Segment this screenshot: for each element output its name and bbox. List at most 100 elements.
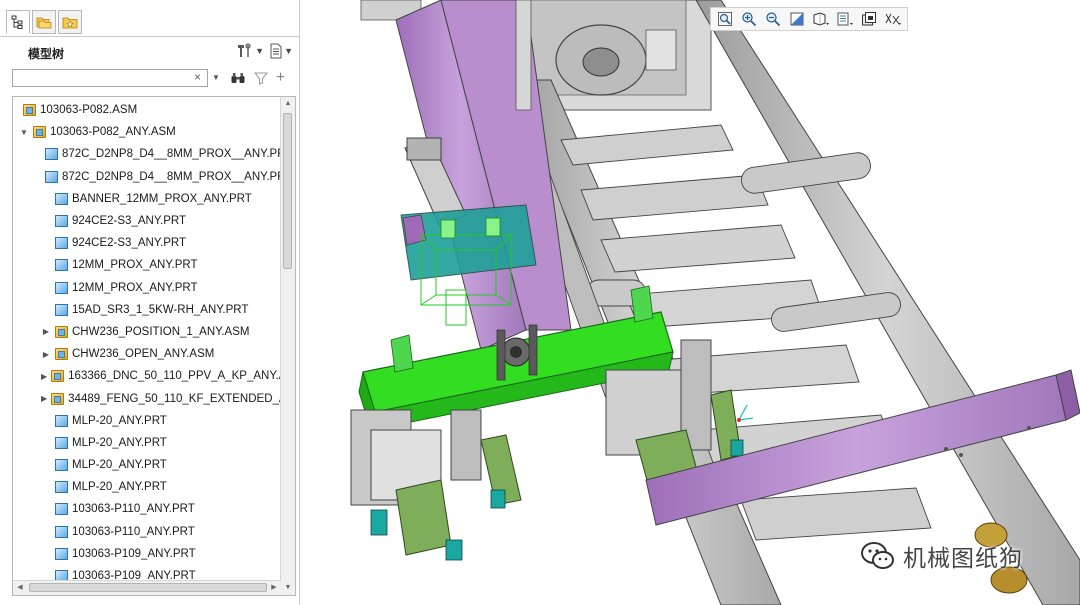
search-row: × ▼ + bbox=[12, 68, 285, 87]
tree-item-label: 34489_FENG_50_110_KF_EXTENDED_A_ANY.ASM bbox=[68, 392, 281, 405]
part-icon bbox=[55, 436, 68, 449]
assembly-icon bbox=[23, 104, 36, 117]
tree-item[interactable]: MLP-20_ANY.PRT bbox=[13, 454, 281, 476]
tree-item[interactable]: 103063-P082.ASM bbox=[13, 99, 281, 121]
tree-item[interactable]: 924CE2-S3_ANY.PRT bbox=[13, 210, 281, 232]
tree-item-label: 872C_D2NP8_D4__8MM_PROX__ANY.PRT bbox=[62, 170, 281, 183]
filter-icon[interactable] bbox=[253, 71, 268, 85]
tree-item[interactable]: MLP-20_ANY.PRT bbox=[13, 410, 281, 432]
clear-icon[interactable]: × bbox=[194, 70, 201, 84]
part-icon bbox=[45, 148, 58, 161]
saved-views-button[interactable] bbox=[834, 9, 856, 29]
wechat-icon bbox=[861, 541, 895, 571]
tree-item[interactable]: ▼ 103063-P082_ANY.ASM bbox=[13, 121, 281, 143]
tree-item[interactable]: MLP-20_ANY.PRT bbox=[13, 432, 281, 454]
tree-item-label: BANNER_12MM_PROX_ANY.PRT bbox=[72, 192, 252, 205]
part-icon bbox=[55, 215, 68, 228]
scroll-left-arrow[interactable]: ◀ bbox=[13, 581, 27, 595]
favorites-star-icon bbox=[62, 17, 78, 29]
tree-item-label: 924CE2-S3_ANY.PRT bbox=[72, 215, 187, 228]
binoculars-icon[interactable] bbox=[230, 71, 246, 85]
vertical-scrollbar[interactable]: ▲ ▼ bbox=[280, 97, 295, 595]
folders-icon bbox=[36, 17, 52, 29]
part-icon bbox=[55, 414, 68, 427]
tree-item[interactable]: BANNER_12MM_PROX_ANY.PRT bbox=[13, 188, 281, 210]
tree-item[interactable]: 15AD_SR3_1_5KW-RH_ANY.PRT bbox=[13, 299, 281, 321]
tree-structure-icon bbox=[11, 15, 23, 29]
scroll-down-arrow[interactable]: ▼ bbox=[281, 581, 295, 595]
tree-item-label: MLP-20_ANY.PRT bbox=[72, 414, 167, 427]
search-dropdown-icon[interactable]: ▼ bbox=[212, 73, 220, 82]
tree-item[interactable]: MLP-20_ANY.PRT bbox=[13, 476, 281, 498]
part-icon bbox=[55, 503, 68, 516]
assembly-icon bbox=[51, 370, 65, 383]
plus-icon[interactable]: + bbox=[276, 69, 285, 85]
model-tree-tab[interactable] bbox=[6, 10, 30, 34]
graphics-viewport[interactable]: 机械图纸狗 bbox=[301, 0, 1080, 605]
tree-item[interactable]: 872C_D2NP8_D4__8MM_PROX__ANY.PRT bbox=[13, 166, 281, 188]
settings-tool[interactable]: ▼ bbox=[235, 42, 264, 60]
tree-item[interactable]: 924CE2-S3_ANY.PRT bbox=[13, 232, 281, 254]
assembly-icon bbox=[55, 348, 68, 361]
refit-button[interactable] bbox=[714, 9, 736, 29]
tree-item[interactable]: 103063-P109_ANY.PRT bbox=[13, 543, 281, 565]
tree-item[interactable]: 103063-P110_ANY.PRT bbox=[13, 521, 281, 543]
zoom-out-button[interactable] bbox=[762, 9, 784, 29]
folder-browser-tab[interactable] bbox=[32, 10, 56, 34]
tree-item-label: MLP-20_ANY.PRT bbox=[72, 481, 167, 494]
tree-item[interactable]: ▶ CHW236_OPEN_ANY.ASM bbox=[13, 343, 281, 365]
scroll-up-arrow[interactable]: ▲ bbox=[281, 97, 295, 111]
part-icon bbox=[45, 170, 58, 183]
watermark-text: 机械图纸狗 bbox=[903, 546, 1023, 572]
scroll-right-arrow[interactable]: ▶ bbox=[267, 581, 281, 595]
part-icon bbox=[55, 192, 68, 205]
model-tree-title: 模型树 bbox=[28, 47, 65, 61]
navigator-tabs bbox=[6, 10, 84, 36]
cad-model-render[interactable] bbox=[301, 0, 1080, 605]
search-input[interactable] bbox=[12, 69, 208, 87]
tree-item-label: MLP-20_ANY.PRT bbox=[72, 436, 167, 449]
tree-item-label: 924CE2-S3_ANY.PRT bbox=[72, 237, 187, 250]
show-options-tool[interactable]: ▼ bbox=[268, 42, 293, 60]
zoom-in-icon bbox=[742, 12, 757, 27]
assembly-icon bbox=[55, 325, 68, 338]
repaint-button[interactable] bbox=[786, 9, 808, 29]
tree-item[interactable]: 12MM_PROX_ANY.PRT bbox=[13, 277, 281, 299]
part-icon bbox=[55, 525, 68, 538]
tree-item[interactable]: 12MM_PROX_ANY.PRT bbox=[13, 254, 281, 276]
tree-item[interactable]: ▶ 163366_DNC_50_110_PPV_A_KP_ANY.ASM bbox=[13, 365, 281, 387]
part-icon bbox=[55, 481, 68, 494]
zoom-fit-icon bbox=[718, 12, 732, 26]
saved-views-icon bbox=[837, 12, 853, 26]
view-manager-button[interactable] bbox=[858, 9, 880, 29]
expand-arrow-icon[interactable]: ▶ bbox=[41, 394, 47, 403]
tree-item-label: MLP-20_ANY.PRT bbox=[72, 459, 167, 472]
tree-item-label: 12MM_PROX_ANY.PRT bbox=[72, 259, 198, 272]
tree-item-label: 12MM_PROX_ANY.PRT bbox=[72, 281, 198, 294]
expand-arrow-icon[interactable]: ▶ bbox=[41, 327, 51, 336]
expand-arrow-icon[interactable]: ▶ bbox=[41, 372, 47, 381]
view-manager-icon bbox=[862, 12, 876, 26]
zoom-in-button[interactable] bbox=[738, 9, 760, 29]
datum-display-button[interactable] bbox=[882, 9, 904, 29]
horizontal-scrollbar[interactable]: ◀ ▶ bbox=[13, 580, 281, 595]
display-style-button[interactable] bbox=[810, 9, 832, 29]
zoom-out-icon bbox=[766, 12, 781, 27]
assembly-icon bbox=[51, 392, 65, 405]
tree-item[interactable]: 872C_D2NP8_D4__8MM_PROX__ANY.PRT bbox=[13, 143, 281, 165]
part-icon bbox=[55, 237, 68, 250]
favorites-tab[interactable] bbox=[58, 10, 82, 34]
tree-item-label: 103063-P110_ANY.PRT bbox=[72, 525, 195, 538]
view-toolbar bbox=[710, 7, 908, 31]
horizontal-scroll-thumb[interactable] bbox=[29, 583, 267, 592]
collapse-arrow-icon[interactable]: ▼ bbox=[19, 128, 29, 137]
chevron-down-icon: ▼ bbox=[284, 46, 293, 56]
tree-item-label: 103063-P110_ANY.PRT bbox=[72, 503, 195, 516]
expand-arrow-icon[interactable]: ▶ bbox=[41, 350, 51, 359]
vertical-scroll-thumb[interactable] bbox=[283, 113, 292, 269]
tree-item[interactable]: ▶ 34489_FENG_50_110_KF_EXTENDED_A_ANY.ASM bbox=[13, 387, 281, 409]
part-icon bbox=[55, 459, 68, 472]
tree-item[interactable]: 103063-P110_ANY.PRT bbox=[13, 498, 281, 520]
tree-item[interactable]: ▶ CHW236_POSITION_1_ANY.ASM bbox=[13, 321, 281, 343]
model-tree-panel: 模型树 ▼ ▼ × ▼ + 103063-P082.ASM ▼ 103063-P… bbox=[0, 0, 300, 605]
